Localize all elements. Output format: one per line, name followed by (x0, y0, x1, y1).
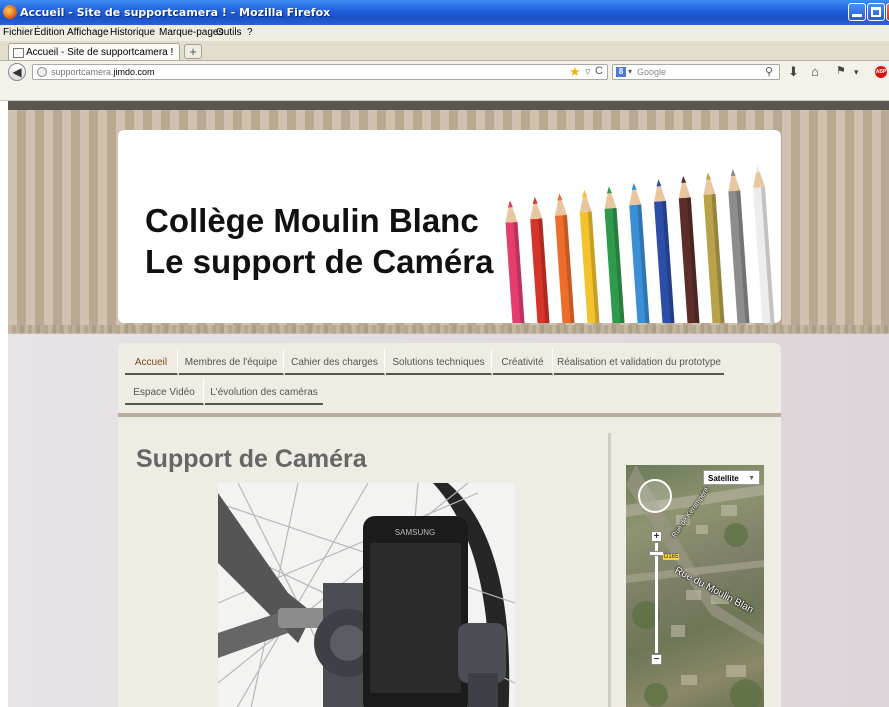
globe-icon (37, 67, 47, 77)
tab-bar: Accueil - Site de supportcamera ! + (0, 41, 889, 61)
nav-espace-video[interactable]: Espace Vidéo (125, 379, 204, 405)
back-button[interactable]: ◀ (8, 63, 26, 81)
map-type-dropdown[interactable]: Satellite ▼ (703, 470, 760, 485)
stripe-border (8, 325, 889, 334)
colored-pencils-image (505, 165, 775, 323)
page-title: Support de Caméra (136, 445, 367, 473)
nav-membres[interactable]: Membres de l'équipe (179, 349, 284, 375)
pencil (604, 186, 625, 323)
menu-outils[interactable]: Outils (216, 27, 242, 38)
dropdown-arrow-icon[interactable]: ▿ (585, 65, 591, 78)
search-engine-icon[interactable]: 8 (616, 67, 626, 77)
new-tab-button[interactable]: + (184, 44, 202, 59)
site-title-line1: Collège Moulin Blanc (145, 202, 479, 239)
pencil (629, 182, 650, 323)
window-title: Accueil - Site de supportcamera ! - Mozi… (20, 6, 331, 19)
nav-creativite[interactable]: Créativité (493, 349, 553, 375)
pencil (505, 200, 525, 323)
site-header: Collège Moulin Blanc Le support de Camér… (118, 130, 781, 323)
menu-historique[interactable]: Historique (110, 27, 155, 38)
bookmark-star-icon[interactable]: ★ (569, 64, 581, 80)
pan-control[interactable] (638, 479, 672, 513)
nav-accueil[interactable]: Accueil (125, 349, 178, 375)
reload-icon[interactable]: C (595, 65, 603, 77)
search-icon[interactable]: ⚲ (765, 65, 773, 78)
zoom-out-button[interactable]: − (651, 654, 662, 665)
engine-dropdown-icon[interactable]: ▾ (628, 67, 632, 76)
nav-cahier[interactable]: Cahier des charges (285, 349, 385, 375)
road-sign: D165 (663, 554, 680, 560)
google-map[interactable]: Satellite ▼ + − D165 Rue du Moulin Blan R… (626, 465, 764, 707)
nav-evolution[interactable]: L'évolution des caméras (205, 379, 323, 405)
pencil (728, 168, 750, 323)
adblock-icon[interactable]: ABP (875, 66, 887, 78)
menu-dropdown-icon[interactable]: ▾ (854, 67, 859, 78)
pencil (703, 172, 725, 323)
search-placeholder: Google (637, 67, 667, 77)
nav-solutions[interactable]: Solutions techniques (386, 349, 492, 375)
menu-edition[interactable]: Édition (34, 27, 65, 38)
menu-marque-pages[interactable]: Marque-pages (159, 27, 223, 38)
search-bar[interactable]: 8 ▾ Google ⚲ (612, 64, 780, 80)
zoom-slider-thumb[interactable] (649, 551, 664, 556)
address-bar[interactable]: supportcamera.jimdo.com ★ ▿ C (32, 64, 608, 80)
pencil (654, 179, 675, 323)
home-icon[interactable]: ⌂ (811, 64, 819, 79)
chevron-down-icon: ▼ (748, 475, 755, 482)
pencil (579, 189, 600, 323)
column-separator (608, 433, 611, 707)
page-top-strip (8, 101, 889, 110)
window-title-bar[interactable]: Accueil - Site de supportcamera ! - Mozi… (0, 0, 889, 25)
zoom-in-button[interactable]: + (651, 531, 662, 542)
menu-fichier[interactable]: Fichier (3, 27, 33, 38)
maximize-button[interactable] (867, 3, 885, 21)
pencil (554, 193, 575, 323)
firefox-icon (3, 5, 17, 19)
web-page: Collège Moulin Blanc Le support de Camér… (8, 110, 889, 707)
menu-bar: Fichier Édition Affichage Historique Mar… (0, 25, 889, 41)
menu-help[interactable]: ? (247, 27, 253, 38)
menu-affichage[interactable]: Affichage (67, 27, 109, 38)
content-area: Accueil Membres de l'équipe Cahier des c… (118, 343, 781, 707)
map-type-label: Satellite (708, 474, 739, 483)
main-column: Support de Caméra SAMSUNG (118, 417, 608, 707)
minimize-button[interactable] (848, 3, 866, 21)
pencil (753, 165, 775, 323)
phone-brand: SAMSUNG (395, 528, 435, 537)
site-title-line2: Le support de Caméra (145, 243, 494, 280)
pencil (530, 196, 550, 323)
page-icon (13, 48, 24, 58)
pencil (678, 175, 700, 323)
tab-label: Accueil - Site de supportcamera ! (26, 47, 174, 58)
tab-accueil[interactable]: Accueil - Site de supportcamera ! (8, 43, 180, 60)
feed-icon[interactable]: ⚑ (836, 64, 846, 77)
nav-realisation[interactable]: Réalisation et validation du prototype (554, 349, 724, 375)
navigation-bar: ◀ supportcamera.jimdo.com ★ ▿ C 8 ▾ Goog… (0, 61, 889, 83)
zoom-slider-track[interactable] (655, 543, 658, 653)
url-text: supportcamera.jimdo.com (51, 67, 155, 77)
bookmarks-toolbar (0, 83, 889, 101)
download-icon[interactable]: ⬇ (788, 64, 799, 80)
site-title: Collège Moulin Blanc Le support de Camér… (145, 200, 493, 282)
camera-support-photo: SAMSUNG (218, 483, 515, 707)
